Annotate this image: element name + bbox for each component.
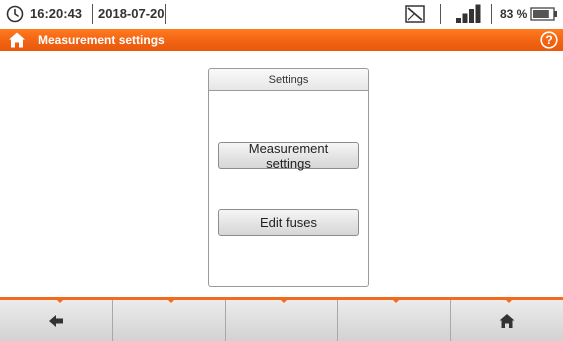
measurement-settings-button[interactable]: Measurement settings (218, 141, 359, 171)
signal-bar (475, 4, 481, 23)
status-separator (165, 4, 166, 24)
signal-strength-icon (456, 4, 481, 23)
status-bar: 16:20:43 2018-07-20 83 % (0, 0, 563, 28)
edit-fuses-button[interactable]: Edit fuses (218, 209, 359, 236)
toolbar-button-3[interactable] (225, 299, 339, 341)
bottom-toolbar (0, 297, 563, 341)
toolbar-notch (166, 299, 175, 303)
toolbar-button-2[interactable] (112, 299, 226, 341)
status-separator (440, 4, 441, 24)
home-icon (499, 313, 515, 328)
svg-text:?: ? (545, 33, 552, 47)
signal-bar (456, 18, 461, 23)
toolbar-notch (279, 299, 288, 303)
signal-bar (469, 9, 474, 23)
help-icon[interactable]: ? (540, 31, 558, 49)
settings-panel: Settings Measurement settings Edit fuses (208, 68, 369, 287)
back-arrow-icon (48, 314, 63, 327)
no-signal-icon (405, 5, 425, 23)
toolbar-notch (392, 299, 401, 303)
clock-icon (6, 5, 24, 23)
toolbar-home-button[interactable] (451, 299, 563, 341)
battery-percent: 83 % (500, 7, 528, 21)
status-date: 2018-07-20 (98, 6, 165, 21)
page-title: Measurement settings (38, 33, 165, 47)
status-separator (92, 4, 93, 24)
status-time: 16:20:43 (30, 6, 83, 21)
signal-bar (462, 13, 468, 23)
battery-icon (530, 7, 557, 21)
title-bar: Measurement settings ? (0, 29, 563, 51)
toolbar-notch (56, 299, 64, 303)
toolbar-button-4[interactable] (338, 299, 452, 341)
toolbar-notch (505, 299, 514, 303)
toolbar-back-button[interactable] (0, 299, 113, 341)
home-icon[interactable] (8, 31, 26, 49)
panel-header: Settings (209, 69, 368, 91)
status-separator (491, 4, 492, 24)
